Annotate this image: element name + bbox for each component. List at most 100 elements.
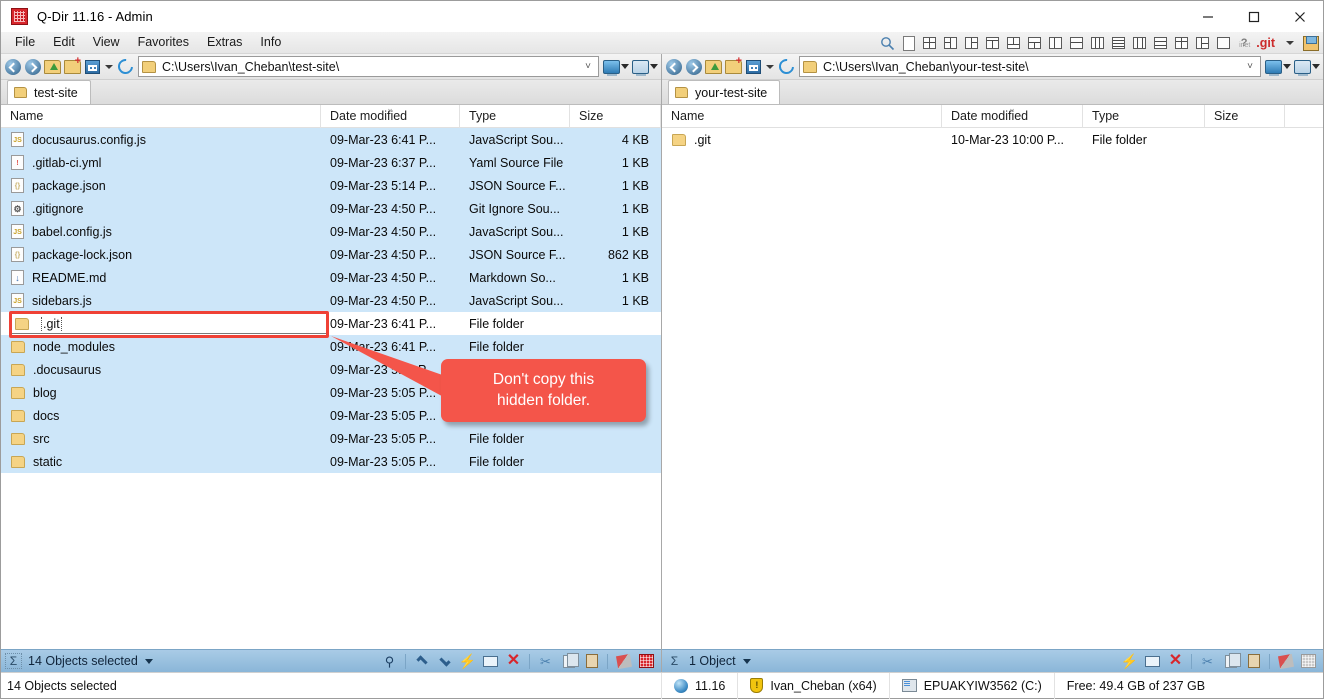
layout-icon-8[interactable] [1066,33,1087,53]
column-type[interactable]: Type [1083,104,1205,128]
layout-icon-2[interactable] [940,33,961,53]
left-address-input[interactable]: C:\Users\Ivan_Cheban\test-site\ ˅ [138,56,599,77]
table-row[interactable]: JS docusaurus.config.js 09-Mar-23 6:41 P..… [1,128,661,151]
view-dropdown-icon[interactable] [764,57,776,76]
column-name[interactable]: Name [1,104,321,128]
chevron-down-icon[interactable]: ˅ [1243,61,1257,72]
delete-icon[interactable]: ✕ [503,652,524,671]
layout-icon-14[interactable] [1192,33,1213,53]
color-grid-icon[interactable] [636,652,657,671]
layout-icon-4[interactable] [982,33,1003,53]
left-monitor-button-2[interactable] [631,59,659,76]
folder-icon [675,87,688,98]
view-grid-icon[interactable] [744,57,763,76]
copy-icon[interactable] [558,652,579,671]
new-folder-icon[interactable] [63,55,82,76]
menu-edit[interactable]: Edit [44,32,84,53]
column-type[interactable]: Type [460,104,570,128]
layout-icon-13[interactable] [1171,33,1192,53]
cell-size: 1 KB [621,270,649,285]
view-grid-icon[interactable] [83,57,102,76]
right-monitor-button-2[interactable] [1293,59,1321,76]
table-row[interactable]: static 09-Mar-23 5:05 P... File folder [1,450,661,473]
menu-extras[interactable]: Extras [198,32,251,53]
view-dropdown-icon[interactable] [103,57,115,76]
table-row[interactable]: JS babel.config.js 09-Mar-23 4:50 P... Java… [1,220,661,243]
new-document-icon[interactable] [898,33,919,53]
file-name-label: docs [33,408,60,423]
close-button[interactable] [1277,1,1323,32]
edit-pen-icon[interactable] [1275,652,1296,671]
move-down-icon[interactable] [434,652,455,671]
chevron-down-icon[interactable] [742,658,751,664]
menu-favorites[interactable]: Favorites [129,32,198,53]
column-size[interactable]: Size [570,104,661,128]
back-icon[interactable] [664,57,683,76]
layout-icon-12[interactable] [1150,33,1171,53]
layout-icon-3[interactable] [961,33,982,53]
paste-icon[interactable] [581,652,602,671]
forward-icon[interactable] [23,57,42,76]
column-date-modified[interactable]: ⌄ Date modified [321,103,460,128]
paste-icon[interactable] [1243,652,1264,671]
layout-icon-1[interactable] [919,33,940,53]
table-row[interactable]: JS sidebars.js 09-Mar-23 4:50 P... JavaScri… [1,289,661,312]
table-row[interactable]: ⚙ .gitignore 09-Mar-23 4:50 P... Git Ignore… [1,197,661,220]
column-size[interactable]: Size [1205,104,1285,128]
folder-up-icon[interactable] [43,57,62,76]
cell-size: 1 KB [621,201,649,216]
delete-icon[interactable]: ✕ [1165,652,1186,671]
lightning-icon[interactable]: ⚡ [457,652,478,671]
git-toolbar-label[interactable]: .git [1255,33,1279,53]
back-icon[interactable] [3,57,22,76]
layout-icon-11[interactable] [1129,33,1150,53]
move-up-icon[interactable] [411,652,432,671]
minimize-button[interactable] [1185,1,1231,32]
layout-icon-9[interactable] [1087,33,1108,53]
layout-icon-6[interactable] [1024,33,1045,53]
refresh-icon[interactable] [114,55,137,78]
cut-icon[interactable]: ✂ [535,652,556,671]
edit-pen-icon[interactable] [613,652,634,671]
menu-info[interactable]: Info [251,32,290,53]
maximize-button[interactable] [1231,1,1277,32]
column-name[interactable]: Name [662,104,942,128]
cut-icon[interactable]: ✂ [1197,652,1218,671]
layout-icon-15[interactable] [1213,33,1234,53]
menu-file[interactable]: File [6,32,44,53]
folder-up-icon[interactable] [704,57,723,76]
filter-icon[interactable]: ⚲ [379,652,400,671]
table-row[interactable]: ! .gitlab-ci.yml 09-Mar-23 6:37 P... Yaml S… [1,151,661,174]
table-row[interactable]: {} package-lock.json 09-Mar-23 4:50 P... JS… [1,243,661,266]
right-tab-your-test-site[interactable]: your-test-site [668,80,781,104]
column-date-modified[interactable]: ⌄ Date modified [942,103,1083,128]
rename-icon[interactable] [480,652,501,671]
right-monitor-button-1[interactable] [1264,59,1292,76]
table-row[interactable]: {} package.json 09-Mar-23 5:14 P... JSON So… [1,174,661,197]
rename-input[interactable]: .git [11,313,327,334]
left-monitor-button-1[interactable] [602,59,630,76]
chevron-down-icon[interactable] [144,658,153,664]
right-file-list[interactable]: .git 10-Mar-23 10:00 P... File folder [662,128,1323,649]
search-icon[interactable] [877,33,898,53]
chevron-down-icon[interactable] [1279,33,1300,53]
copy-icon[interactable] [1220,652,1241,671]
new-folder-icon[interactable] [724,55,743,76]
inet-icon[interactable]: inet [1234,33,1255,53]
layout-icon-7[interactable] [1045,33,1066,53]
right-address-input[interactable]: C:\Users\Ivan_Cheban\your-test-site\ ˅ [799,56,1261,77]
lightning-icon[interactable]: ⚡ [1119,652,1140,671]
save-icon[interactable] [1300,33,1321,53]
rename-icon[interactable] [1142,652,1163,671]
menu-view[interactable]: View [84,32,129,53]
chevron-down-icon[interactable]: ˅ [581,61,595,72]
refresh-icon[interactable] [775,55,798,78]
color-grid-icon[interactable] [1298,652,1319,671]
table-row[interactable]: ↓ README.md 09-Mar-23 4:50 P... Markdown So… [1,266,661,289]
layout-icon-5[interactable] [1003,33,1024,53]
table-row[interactable]: .git 10-Mar-23 10:00 P... File folder [662,128,1323,151]
layout-icon-10[interactable] [1108,33,1129,53]
cell-date-modified: 09-Mar-23 4:50 P... [330,293,437,308]
left-tab-test-site[interactable]: test-site [7,80,91,104]
forward-icon[interactable] [684,57,703,76]
